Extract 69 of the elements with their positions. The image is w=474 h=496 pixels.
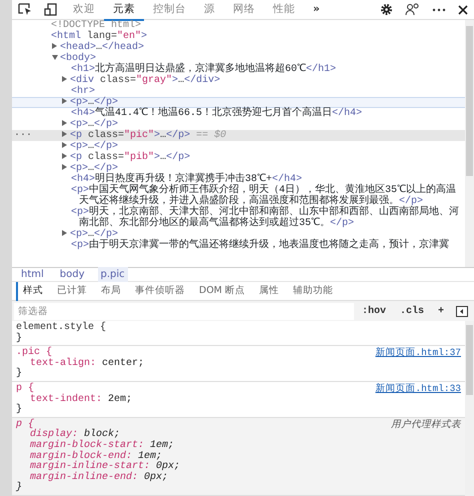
dom-node[interactable]: <p>…</p> [62, 229, 465, 240]
pane-tab[interactable]: 已计算 [50, 282, 94, 301]
pane-tab[interactable]: 事件侦听器 [128, 282, 192, 301]
css-declaration: margin-block-end: 1em; [29, 452, 162, 462]
dom-node[interactable]: <hr> [71, 86, 465, 97]
expand-arrow-icon[interactable] [62, 98, 67, 104]
panel-tab[interactable]: 元素 [104, 0, 144, 20]
expand-arrow-icon[interactable] [62, 153, 67, 160]
source-link[interactable]: 新闻页面.html:37 [375, 348, 461, 359]
expand-arrow-icon[interactable] [62, 142, 67, 148]
css-declaration: margin-inline-start: 0px; [29, 462, 182, 472]
css-declaration: margin-block-start: 1em; [29, 441, 176, 452]
expand-arrow-icon[interactable] [62, 76, 67, 82]
panel-tab[interactable]: 控制台 [144, 0, 195, 20]
css-declaration: display: block; [29, 430, 120, 440]
css-selector: p { [16, 384, 34, 394]
dom-node[interactable]: <h4>明日热度再升级！京津冀携手冲击38℃+</h4> [71, 174, 465, 185]
pane-tab[interactable]: 辅助功能 [286, 282, 340, 301]
source-label: 用户代理样式表 [391, 420, 461, 430]
panel-tab[interactable]: 性能 [264, 0, 304, 20]
scrollbar[interactable] [465, 20, 474, 268]
breadcrumb[interactable]: p.pic [98, 267, 128, 282]
pane-tab[interactable]: DOM 断点 [192, 282, 252, 301]
pane-tab[interactable]: 属性 [252, 282, 286, 301]
dom-node[interactable]: <p>明天，北京南部、天津大部、河北中部和南部、山东中部和西部、山西南部局地、河南北部、东北部分地区的最高气温都将达到或超过35℃。</p> [71, 207, 465, 229]
source-link[interactable]: 新闻页面.html:33 [375, 384, 461, 395]
closing-brace: } [16, 334, 24, 344]
dom-node[interactable]: <!DOCTYPE html> [51, 20, 465, 31]
css-selector: element.style { [16, 323, 106, 334]
dom-node[interactable]: <h1>北方高温明日达鼎盛，京津冀多地地温将超60℃</h1> [71, 64, 465, 75]
dom-node[interactable]: <p>中国天气网气象分析师王伟跃介绍，明天（4日），华北、黄淮地区35℃以上的高温天气还将继续升级，并进入鼎盛阶段，高温强度和范围都将发展到最强。</p> [71, 185, 465, 207]
filter-field[interactable]: 筛选器 [14, 302, 354, 320]
expand-arrow-icon[interactable] [62, 131, 67, 138]
more-tabs-button[interactable]: » [304, 0, 329, 20]
dom-node[interactable]: <p>由于明天京津冀一带的气温还将继续升级，地表温度也将随之走高，预计，京津冀 [71, 240, 465, 251]
panel-tab[interactable]: 源 [195, 0, 224, 20]
dom-node[interactable]: <body> [52, 53, 465, 64]
expand-arrow-icon[interactable] [62, 230, 67, 236]
expand-arrow-icon[interactable] [62, 164, 67, 170]
pane-tab[interactable]: 样式 [16, 282, 50, 301]
breadcrumb[interactable]: html [18, 267, 47, 282]
closing-brace: } [16, 483, 24, 494]
css-declaration: margin-inline-end: 0px; [29, 472, 170, 484]
css-selector: .pic { [16, 348, 52, 358]
css-declaration: text-align: center; [29, 358, 146, 370]
dom-node[interactable]: <div class="gray">…</div> [62, 75, 465, 86]
dom-node[interactable]: <html lang="en"> [51, 31, 465, 42]
breadcrumb[interactable]: body [56, 267, 88, 282]
more-marker[interactable]: ··· [14, 130, 32, 141]
filter-button[interactable]: .cls [394, 304, 430, 319]
pane-tab[interactable]: 布局 [94, 282, 128, 301]
filter-button[interactable]: + [432, 304, 450, 319]
panel-tab[interactable]: 欢迎 [64, 0, 104, 20]
filter-button[interactable]: :hov [356, 304, 392, 319]
scrollbar[interactable] [465, 321, 474, 496]
dom-node[interactable]: <p>…</p> [62, 141, 465, 152]
closing-brace: } [16, 369, 24, 380]
closing-brace: } [16, 405, 24, 416]
expand-arrow-icon[interactable] [52, 43, 57, 50]
dom-node[interactable]: <p class="pic">…</p> == $0 [62, 130, 465, 141]
panel-tab[interactable]: 网络 [224, 0, 264, 20]
dom-node[interactable]: <head>…</head> [52, 42, 465, 53]
dom-node[interactable]: <p>…</p> [62, 163, 465, 174]
expand-arrow-icon[interactable] [52, 54, 58, 60]
page-scrollbar[interactable] [0, 0, 12, 496]
css-declaration: text-indent: 2em; [29, 394, 134, 406]
css-selector: p { [16, 420, 34, 430]
dom-node[interactable]: <h4>气温41.4℃！地温66.5！北京强势迎七月首个高温日</h4> [71, 108, 465, 119]
dom-node[interactable]: <p class="pib">…</p> [62, 152, 465, 163]
